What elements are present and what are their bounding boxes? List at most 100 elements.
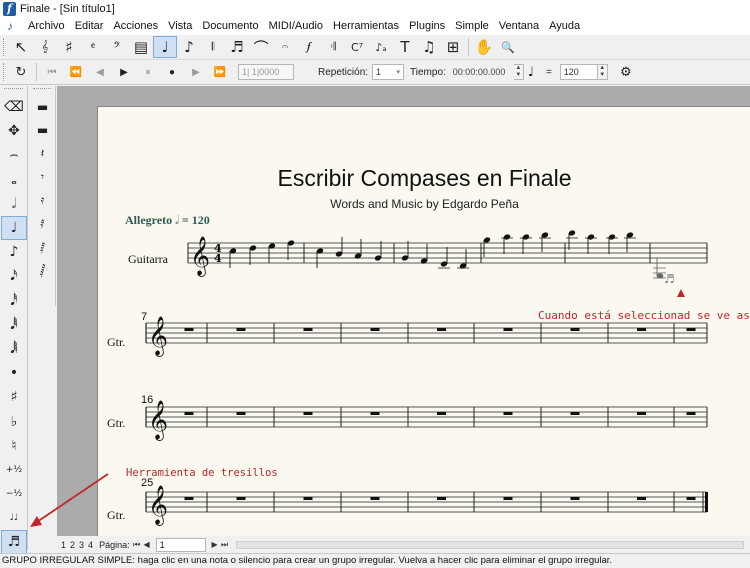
whole-rest: [686, 497, 696, 500]
toolbar-grip[interactable]: [3, 38, 6, 56]
articulation-tool[interactable]: 𝄐: [273, 36, 297, 58]
mirror-tool[interactable]: ♫: [417, 36, 441, 58]
text-tool[interactable]: T: [393, 36, 417, 58]
page-2-link[interactable]: 2: [68, 540, 77, 550]
clef-tool[interactable]: 𝄢: [105, 36, 129, 58]
rewind-icon[interactable]: ⏪: [64, 62, 88, 82]
quarter-note-icon[interactable]: ♩: [528, 65, 534, 80]
half-step-down-tool[interactable]: −½: [1, 482, 27, 506]
last-page-icon[interactable]: ⏭: [220, 540, 230, 550]
repeat-select[interactable]: 1 ▾: [372, 64, 405, 80]
eighth-rest-tool[interactable]: 𝄾: [30, 166, 55, 190]
expression-tool[interactable]: 𝆑: [297, 36, 321, 58]
sixteenth-note-tool[interactable]: 𝅘𝅥𝅯: [1, 264, 27, 288]
loop-icon[interactable]: ↻: [9, 61, 33, 83]
128th-note-tool[interactable]: 𝅘𝅥𝅲: [1, 337, 27, 361]
document-menu-icon[interactable]: ♪: [7, 19, 19, 33]
quarter-rest-tool[interactable]: 𝄽: [30, 142, 55, 166]
toolbar-separator: [468, 38, 469, 56]
thirty-second-note-tool[interactable]: 𝅘𝅥𝅰: [1, 289, 27, 313]
tuplet-tool[interactable]: ♬: [225, 36, 249, 58]
fast-forward-icon[interactable]: ⏩: [208, 62, 232, 82]
half-step-tool[interactable]: ✥: [1, 119, 27, 143]
menu-archivo[interactable]: Archivo: [23, 17, 70, 35]
menu-acciones[interactable]: Acciones: [108, 17, 163, 35]
staff-tool[interactable]: 𝄞: [33, 36, 57, 58]
prev-page-icon[interactable]: ◀: [142, 540, 152, 549]
selection-tool[interactable]: ↖: [9, 36, 33, 58]
whole-note-tool[interactable]: 𝅝: [1, 168, 27, 192]
hand-grabber-tool[interactable]: ✋: [472, 36, 496, 58]
thirty-second-rest-tool[interactable]: 𝅀: [30, 213, 55, 237]
palette-grip[interactable]: [33, 88, 51, 93]
page-3-link[interactable]: 3: [77, 540, 86, 550]
palette-grip[interactable]: [4, 88, 23, 93]
zoom-tool[interactable]: 🔍: [496, 36, 520, 58]
horizontal-scrollbar[interactable]: [235, 540, 744, 549]
tempo-field[interactable]: 120: [559, 64, 598, 80]
score-notation[interactable]: 𝄞 44♬𝄞𝄞𝄞: [98, 107, 750, 541]
half-note-tool[interactable]: 𝅗𝅥: [1, 192, 27, 216]
chord-tool[interactable]: C⁷: [345, 36, 369, 58]
playback-counter: 1| 1|0000: [238, 64, 294, 80]
menu-documento[interactable]: Documento: [197, 17, 263, 35]
document-workspace[interactable]: Escribir Compases en Finale Words and Mu…: [57, 86, 750, 541]
menu-ayuda[interactable]: Ayuda: [544, 17, 585, 35]
step-back-icon[interactable]: ◀: [88, 62, 112, 82]
whole-rest: [686, 412, 696, 415]
rewind-start-icon[interactable]: ⏮: [40, 62, 64, 82]
menu-ventana[interactable]: Ventana: [494, 17, 544, 35]
step-forward-icon[interactable]: ▶: [184, 62, 208, 82]
key-signature-tool[interactable]: ♯: [57, 36, 81, 58]
score-page[interactable]: Escribir Compases en Finale Words and Mu…: [97, 106, 750, 541]
speedy-entry-tool[interactable]: ♪: [177, 36, 201, 58]
page-number-field[interactable]: 1: [155, 537, 206, 552]
128th-rest-tool[interactable]: 𝅂: [30, 260, 55, 284]
sixty-fourth-rest-tool[interactable]: 𝅁: [30, 236, 55, 260]
menu-herramientas[interactable]: Herramientas: [328, 17, 404, 35]
time-stepper[interactable]: ▲ ▼: [513, 64, 524, 80]
lyrics-tool[interactable]: ♪ₐ: [369, 36, 393, 58]
first-page-icon[interactable]: ⏮: [132, 540, 142, 550]
menu-midi-audio[interactable]: MIDI/Audio: [264, 17, 328, 35]
eighth-note-tool[interactable]: ♪: [1, 240, 27, 264]
next-page-icon[interactable]: ▶: [210, 540, 220, 549]
menu-vista[interactable]: Vista: [163, 17, 197, 35]
quarter-note-tool[interactable]: ♩: [1, 215, 27, 241]
sixteenth-rest-tool[interactable]: 𝄿: [30, 189, 55, 213]
half-step-up-tool[interactable]: +½: [1, 458, 27, 482]
half-rest-tool[interactable]: ▬: [30, 119, 55, 143]
whole-rest: [303, 328, 313, 331]
tie-tool[interactable]: ⌢: [1, 143, 27, 167]
whole-rest-tool[interactable]: ▬: [30, 95, 55, 119]
page-1-link[interactable]: 1: [59, 540, 68, 550]
menu-plugins[interactable]: Plugins: [404, 17, 450, 35]
sixty-fourth-note-tool[interactable]: 𝅘𝅥𝅱: [1, 313, 27, 337]
smart-shape-tool[interactable]: ⌒: [249, 36, 273, 58]
playback-settings-gear-icon[interactable]: ⚙: [614, 61, 638, 83]
page-4-link[interactable]: 4: [86, 540, 95, 550]
grace-note-tool[interactable]: ♩♩: [1, 506, 27, 530]
record-icon[interactable]: ●: [160, 62, 184, 82]
repeat-tool[interactable]: 𝄇: [321, 36, 345, 58]
special-tools[interactable]: ⊞: [441, 36, 465, 58]
tuplet-palette-tool[interactable]: ♬: [1, 530, 27, 555]
eraser-tool[interactable]: ⌫: [1, 95, 27, 119]
pause-icon[interactable]: ⏸: [136, 62, 160, 82]
toolbar-grip[interactable]: [3, 63, 6, 81]
flat-tool[interactable]: ♭: [1, 409, 27, 433]
natural-tool[interactable]: ♮: [1, 434, 27, 458]
time-signature-tool[interactable]: 𝄴: [81, 36, 105, 58]
dot-tool[interactable]: •: [1, 361, 27, 385]
simple-entry-tool[interactable]: ♩: [153, 36, 177, 58]
menu-simple[interactable]: Simple: [450, 17, 494, 35]
sharp-tool[interactable]: ♯: [1, 385, 27, 409]
repeat-value: 1: [376, 67, 382, 77]
menu-editar[interactable]: Editar: [70, 17, 109, 35]
finale-app-icon: f: [3, 1, 16, 16]
tempo-stepper[interactable]: ▲ ▼: [597, 64, 608, 80]
play-icon[interactable]: ▶: [112, 62, 136, 82]
measure-tool[interactable]: ▤: [129, 36, 153, 58]
whole-rest: [184, 497, 194, 500]
hyperscribe-tool[interactable]: 𝄃: [201, 36, 225, 58]
